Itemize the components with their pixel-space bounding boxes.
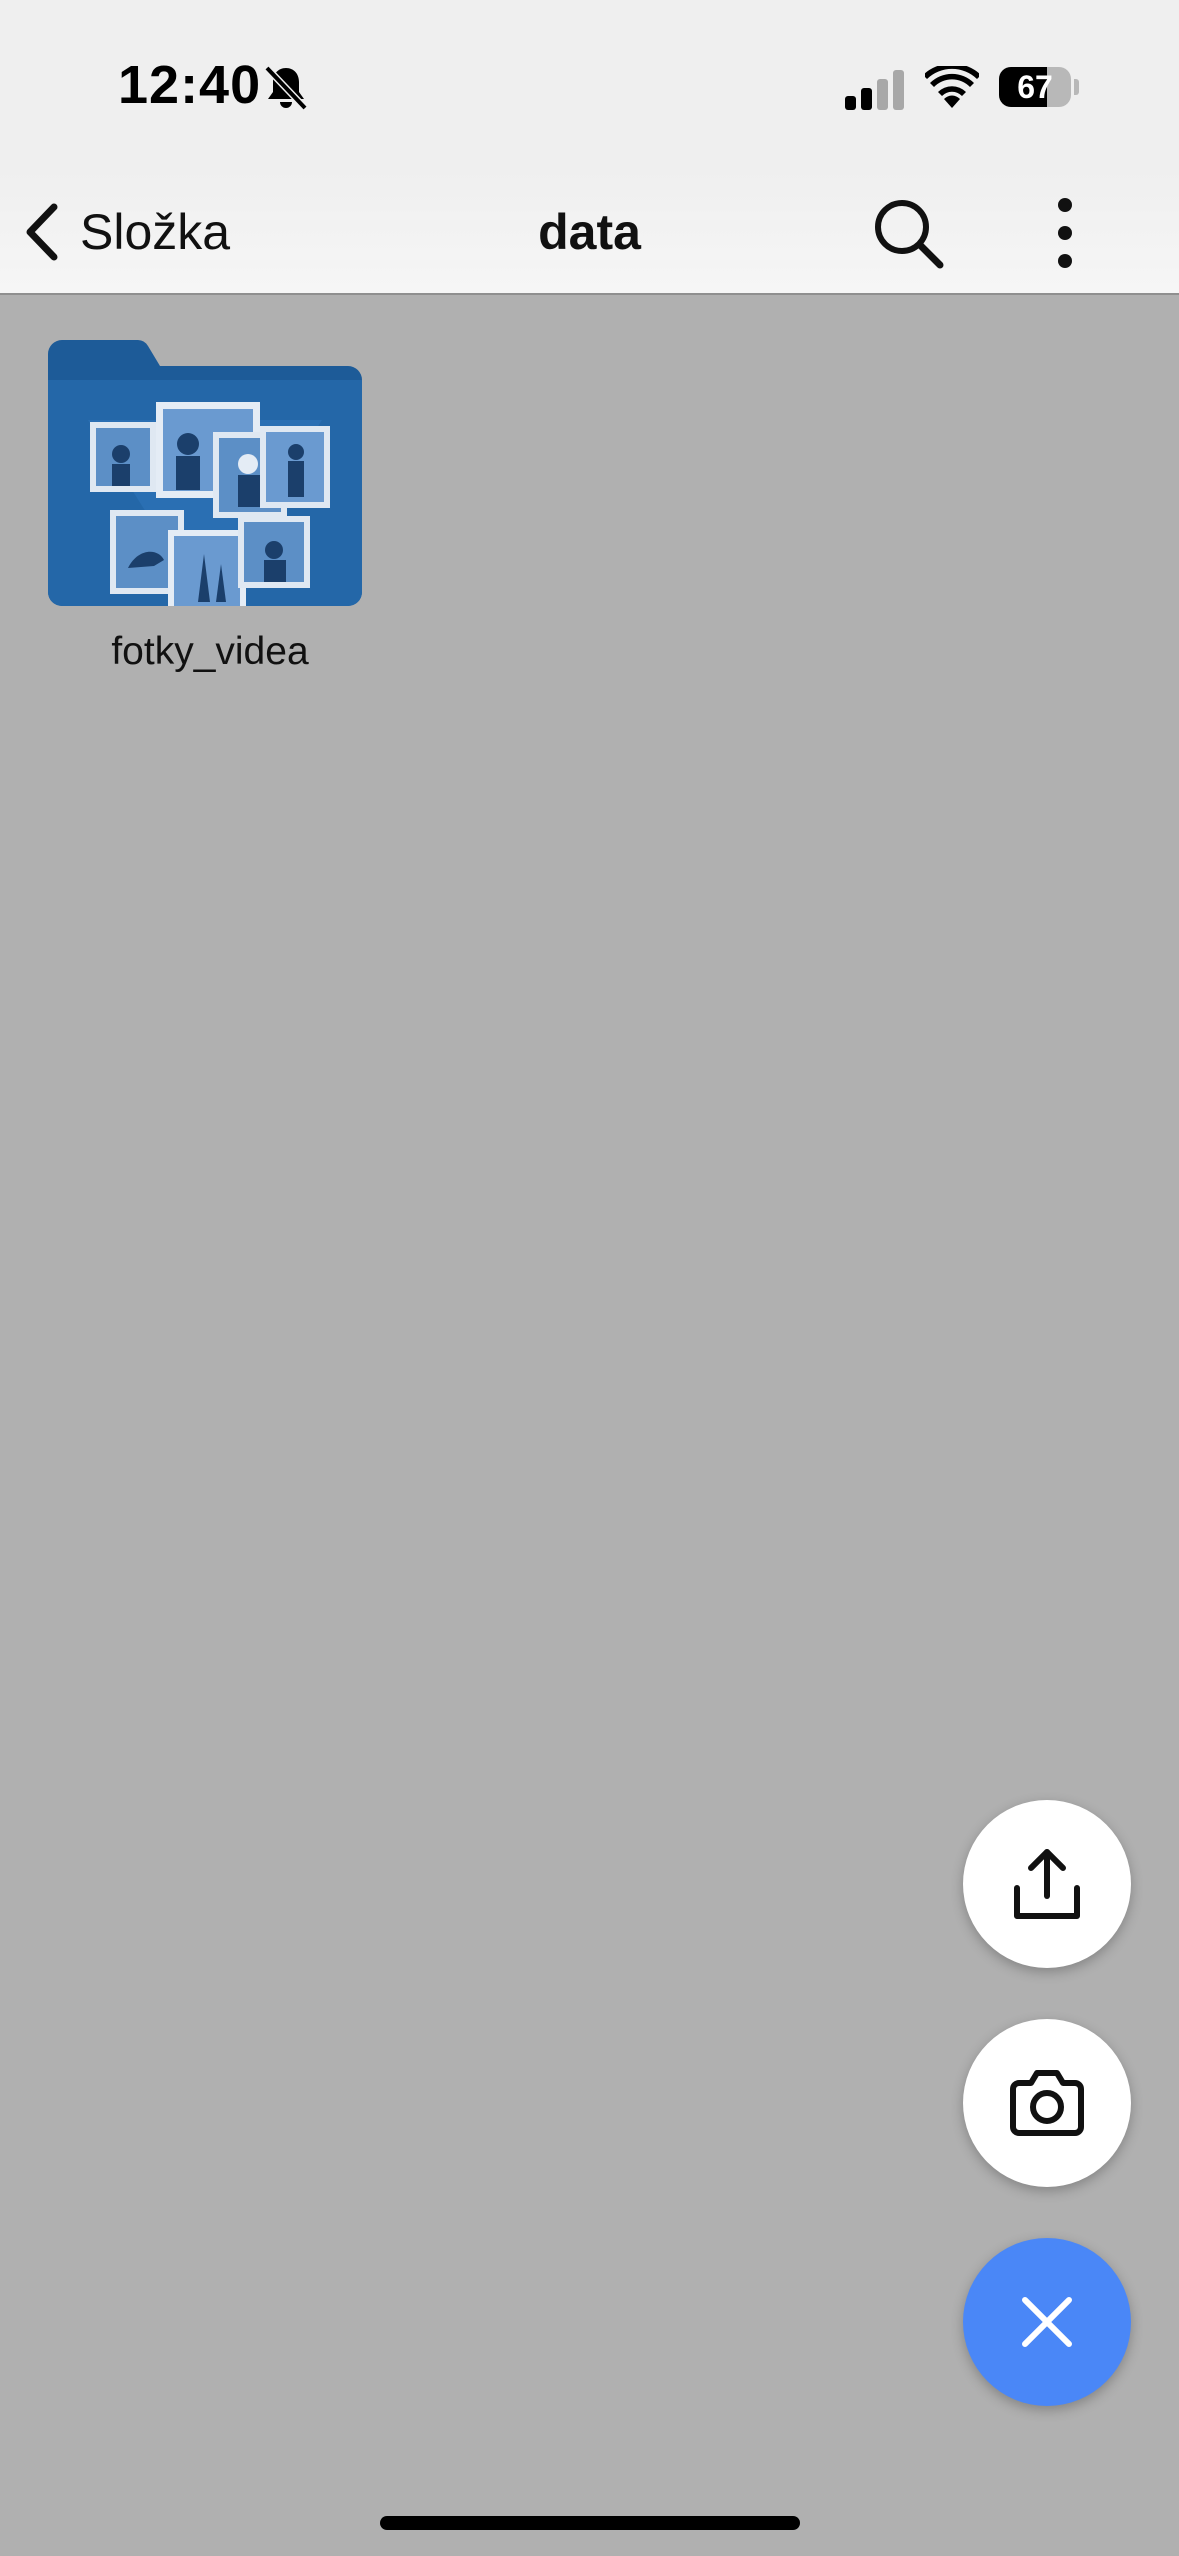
close-icon <box>1022 2297 1072 2347</box>
chevron-left-icon <box>26 203 58 261</box>
nav-bar: Složka data <box>0 170 1179 295</box>
battery-icon: 67 <box>999 67 1071 107</box>
status-time: 12:40 <box>118 55 262 115</box>
more-vertical-icon[interactable] <box>1040 195 1090 271</box>
camera-icon <box>1010 2070 1084 2136</box>
back-button[interactable]: Složka <box>20 192 230 272</box>
upload-icon <box>1014 1849 1080 1919</box>
battery-percent: 67 <box>1017 69 1053 105</box>
status-bar: 12:40 67 <box>0 0 1179 170</box>
close-button[interactable] <box>963 2238 1131 2406</box>
search-icon[interactable] <box>870 195 946 271</box>
wifi-icon <box>925 66 979 108</box>
folder-item[interactable]: fotky_videa <box>40 330 380 690</box>
bell-off-icon <box>264 65 308 111</box>
upload-button[interactable] <box>963 1800 1131 1968</box>
back-label: Složka <box>80 204 231 260</box>
photo-folder-icon <box>48 340 362 606</box>
folder-name: fotky_videa <box>111 630 309 673</box>
camera-button[interactable] <box>963 2019 1131 2187</box>
cellular-signal-icon <box>845 70 904 110</box>
home-indicator[interactable] <box>380 2516 800 2530</box>
battery-nub <box>1074 79 1079 95</box>
